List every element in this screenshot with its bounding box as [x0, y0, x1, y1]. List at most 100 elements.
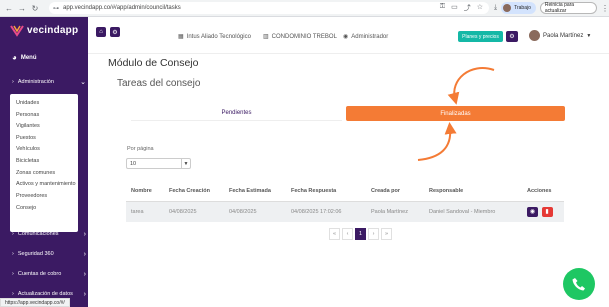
bookmark-star-icon[interactable]: ☆: [477, 3, 483, 13]
chevron-right-icon: ›: [12, 79, 14, 85]
page-first-button[interactable]: «: [329, 228, 340, 240]
submenu-item-unidades[interactable]: Unidades: [16, 100, 39, 106]
table-cell: 04/08/2025: [164, 201, 224, 222]
vecindapp-logo-icon: [10, 25, 24, 37]
gears-icon: ⚙: [509, 34, 515, 40]
chevron-right-icon: ›: [12, 271, 14, 277]
table-cell: Paola Martínez: [366, 201, 424, 222]
logo[interactable]: vecindapp: [10, 23, 78, 37]
table-cell: 04/08/2025: [224, 201, 286, 222]
card-title: Tareas del consejo: [117, 78, 201, 89]
forward-icon[interactable]: →: [16, 2, 28, 14]
user-name: Paola Martínez: [543, 32, 584, 39]
chevron-right-icon: ›: [83, 230, 86, 238]
column-header: Responsable: [424, 181, 522, 202]
address-bar[interactable]: ⊶ app.vecindapp.co/#/app/admin/council/t…: [49, 2, 489, 14]
submenu-item-puestos[interactable]: Puestos: [16, 135, 36, 141]
plans-button[interactable]: Planes y precios: [458, 31, 503, 42]
logo-text: vecindapp: [27, 24, 79, 36]
profile-label: Trabajo: [514, 5, 531, 11]
status-bar-url: https://app.vecindapp.co/#/: [0, 298, 70, 307]
sidebar-item-label: Seguridad 360: [17, 251, 54, 257]
table-header-row: Nombre Fecha Creación Fecha Estimada Fec…: [126, 181, 564, 202]
url-text: app.vecindapp.co/#/app/admin/council/tas…: [63, 5, 181, 11]
user-circle-icon: ◉: [343, 34, 349, 40]
chevron-down-icon: ⌄: [80, 79, 86, 86]
menu-title-label: Menú: [20, 54, 37, 61]
pagination: « ‹ 1 › »: [329, 228, 392, 240]
per-page-value: 10: [130, 160, 137, 167]
column-header: Fecha Estimada: [224, 181, 286, 202]
submenu-item-vehiculos[interactable]: Vehículos: [16, 146, 40, 152]
delete-button[interactable]: ▮: [541, 206, 553, 217]
topbar: ⌂ ⚙ ▦ Intus Aliado Tecnológico ▥ CONDOMI…: [88, 17, 609, 54]
condominium-label: CONDOMINIO TREBOL: [271, 33, 337, 40]
building-icon: ▦: [178, 34, 184, 40]
plans-button-label: Planes y precios: [462, 33, 499, 40]
password-key-icon[interactable]: ⚿: [440, 3, 445, 13]
tab-pendientes[interactable]: Pendientes: [131, 106, 342, 121]
page-last-button[interactable]: »: [381, 228, 392, 240]
sidebar-item-cuentas-cobro[interactable]: › Cuentas de cobro ›: [12, 271, 88, 278]
download-icon[interactable]: ⤓: [494, 4, 497, 12]
avatar: [529, 30, 540, 41]
back-icon[interactable]: ←: [3, 2, 15, 14]
trash-icon: ▮: [545, 209, 549, 216]
sidebar-item-label: Cuentas de cobro: [17, 271, 62, 277]
main-content: Módulo de Consejo Tareas del consejo Pen…: [88, 54, 609, 307]
tab-finalizadas[interactable]: Finalizadas: [346, 106, 565, 121]
chevron-right-icon: ›: [12, 231, 14, 237]
integration-info: ▦ Intus Aliado Tecnológico: [178, 33, 251, 41]
sidebar-item-administracion[interactable]: › Administración ⌄: [12, 79, 88, 86]
actions-cell: ◉ ▮: [522, 201, 564, 222]
submenu-item-personas[interactable]: Personas: [16, 112, 39, 118]
browser-menu-icon[interactable]: ⋮: [601, 4, 609, 13]
column-header: Acciones: [522, 181, 564, 202]
finish-update-button[interactable]: Reinicia para actualizar: [539, 2, 597, 14]
reload-icon[interactable]: ↻: [29, 2, 41, 14]
user-menu[interactable]: Paola Martínez ▼: [529, 30, 591, 41]
sidebar-item-label: Comunicaciones: [17, 231, 59, 237]
settings-icon[interactable]: ⚙: [110, 27, 120, 37]
cast-icon[interactable]: ▭: [451, 3, 458, 13]
page-next-button[interactable]: ›: [368, 228, 379, 240]
caret-down-icon: ▼: [181, 159, 190, 168]
column-header: Fecha Creación: [164, 181, 224, 202]
column-header: Creada por: [366, 181, 424, 202]
page-prev-button[interactable]: ‹: [342, 228, 353, 240]
chevron-right-icon: ›: [83, 250, 86, 258]
profile-button[interactable]: Trabajo: [501, 2, 536, 14]
submenu-item-proveedores[interactable]: Proveedores: [16, 193, 47, 199]
sidebar-item-label: Administración: [17, 79, 54, 85]
chevron-right-icon: ›: [83, 290, 86, 298]
submenu-item-zonas-comunes[interactable]: Zonas comunes: [16, 170, 55, 176]
submenu-item-bicicletas[interactable]: Bicicletas: [16, 158, 39, 164]
caret-down-icon: ▼: [586, 32, 592, 39]
table-cell: tarea: [126, 201, 164, 222]
share-icon[interactable]: ⤴: [464, 3, 471, 13]
sidebar-item-seguridad[interactable]: › Seguridad 360 ›: [12, 250, 88, 258]
sidebar: vecindapp ◕ Menú › Administración ⌄ Unid…: [0, 17, 88, 307]
tab-label: Pendientes: [221, 110, 252, 116]
tasks-card: Tareas del consejo Pendientes Finalizada…: [104, 73, 592, 293]
gears-button[interactable]: ⚙: [506, 31, 518, 42]
building-icon: ▥: [263, 34, 269, 40]
eye-icon: ◉: [529, 209, 536, 216]
site-info-icon[interactable]: ⊶: [53, 5, 59, 12]
per-page-select[interactable]: 10 ▼: [126, 158, 191, 169]
submenu-item-vigilantes[interactable]: Vigilantes: [16, 123, 40, 129]
per-page-label: Por página: [127, 146, 154, 152]
browser-toolbar: ← → ↻ ⊶ app.vecindapp.co/#/app/admin/cou…: [0, 0, 609, 17]
submenu-item-consejo[interactable]: Consejo: [16, 205, 36, 211]
table-cell: 04/08/2025 17:02:06: [286, 201, 366, 222]
sidebar-item-comunicaciones[interactable]: › Comunicaciones ›: [12, 230, 88, 238]
submenu-item-activos[interactable]: Activos y mantenimiento: [16, 181, 76, 187]
home-icon[interactable]: ⌂: [96, 27, 106, 37]
column-header: Fecha Respuesta: [286, 181, 366, 202]
view-button[interactable]: ◉: [527, 206, 538, 217]
integration-label: Intus Aliado Tecnológico: [186, 33, 251, 40]
profile-avatar: [503, 4, 512, 12]
page-current-button[interactable]: 1: [355, 228, 366, 240]
whatsapp-button[interactable]: [563, 268, 595, 300]
sidebar-item-actualizacion[interactable]: › Actualización de datos ›: [12, 290, 88, 298]
